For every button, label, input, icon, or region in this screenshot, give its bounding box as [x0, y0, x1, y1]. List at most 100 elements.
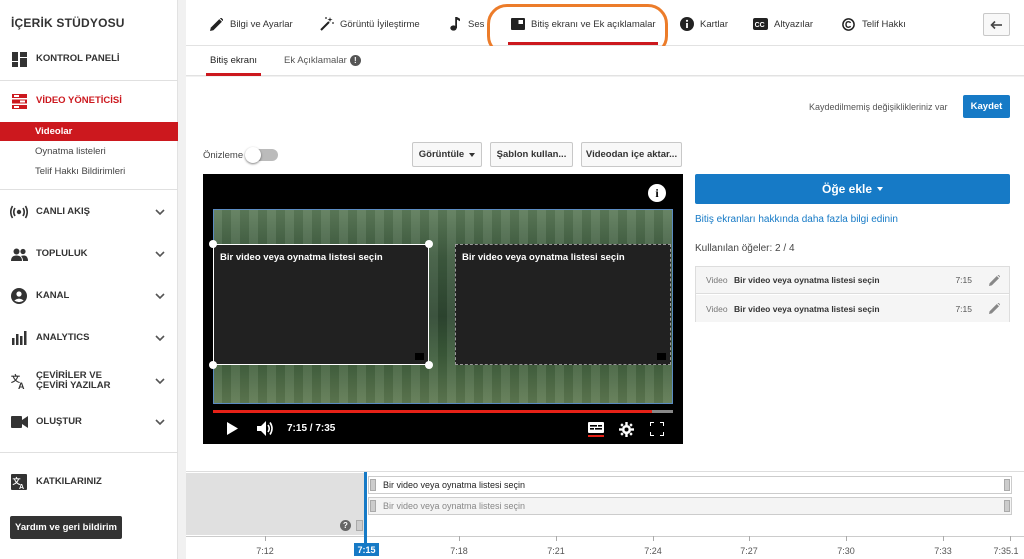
info-icon[interactable]: !: [349, 55, 361, 66]
timeline-axis: [186, 536, 1024, 537]
tick-mark: [556, 536, 557, 541]
settings-gear-icon[interactable]: [619, 422, 634, 437]
element-type: Video: [706, 275, 728, 285]
sidebar-item-label: CANLI AKIŞ: [36, 206, 91, 217]
preview-toggle[interactable]: [245, 147, 278, 163]
chevron-down-icon[interactable]: [155, 333, 165, 343]
sidebar-item-translations[interactable]: 文A ÇEVİRİLER VE ÇEVİRİ YAZILAR: [0, 366, 178, 396]
sidebar-item-label: KANAL: [36, 290, 70, 301]
community-icon: [10, 245, 28, 263]
resize-handle[interactable]: [209, 240, 217, 248]
timeline-playhead[interactable]: [364, 472, 367, 544]
help-feedback-button[interactable]: Yardım ve geri bildirim: [10, 516, 122, 539]
sidebar-sub-copyright-notices[interactable]: Telif Hakkı Bildirimleri: [0, 162, 178, 181]
end-screen-element-1[interactable]: Bir video veya oynatma listesi seçin: [213, 244, 429, 365]
timeline-help-icon[interactable]: ?: [340, 520, 351, 531]
add-element-button[interactable]: Öğe ekle: [695, 174, 1010, 204]
tab-copyright[interactable]: Telif Hakkı: [841, 14, 906, 34]
sidebar-item-channel[interactable]: KANAL: [0, 283, 178, 309]
edit-pencil-icon[interactable]: [989, 275, 1000, 286]
sidebar-item-label: TOPLULUK: [36, 248, 88, 259]
sidebar-item-create[interactable]: OLUŞTUR: [0, 409, 178, 435]
tab-info-settings[interactable]: Bilgi ve Ayarlar: [209, 14, 293, 34]
video-info-icon[interactable]: i: [648, 184, 666, 202]
sidebar-item-label: ÇEVİRİLER VE ÇEVİRİ YAZILAR: [36, 370, 111, 391]
dashboard-icon: [10, 50, 28, 68]
tab-label: Bilgi ve Ayarlar: [230, 18, 293, 30]
timeline[interactable]: Bir video veya oynatma listesi seçin Bir…: [186, 471, 1024, 559]
resize-handle[interactable]: [425, 361, 433, 369]
analytics-bars-icon: [10, 329, 28, 347]
use-template-button[interactable]: Şablon kullan...: [490, 142, 573, 167]
video-time: 7:15 / 7:35: [287, 423, 336, 434]
sidebar-sub-playlists[interactable]: Oynatma listeleri: [0, 142, 178, 161]
element-type: Video: [706, 303, 728, 314]
tab-label: Görüntü İyileştirme: [340, 18, 420, 30]
end-screen-element-2[interactable]: Bir video veya oynatma listesi seçin: [455, 244, 671, 365]
closed-caption-icon: CC: [753, 17, 768, 32]
learn-more-link[interactable]: Bitiş ekranları hakkında daha fazla bilg…: [695, 214, 898, 225]
tab-audio[interactable]: Ses: [447, 14, 484, 34]
tab-subtitles[interactable]: CC Altyazılar: [753, 14, 813, 34]
back-button[interactable]: [983, 13, 1010, 36]
music-note-icon: [447, 17, 462, 32]
track-end-handle[interactable]: [1004, 479, 1010, 491]
svg-text:CC: CC: [755, 22, 765, 29]
sidebar-item-analytics[interactable]: ANALYTICS: [0, 325, 178, 351]
element-list-row[interactable]: Video Bir video veya oynatma listesi seç…: [696, 295, 1009, 322]
tab-end-screen-annotations[interactable]: Bitiş ekranı ve Ek açıklamalar: [508, 14, 658, 45]
chevron-down-icon[interactable]: [155, 417, 165, 427]
sidebar: İÇERİK STÜDYOSU KONTROL PANELİ VİDEO YÖN…: [0, 0, 178, 559]
sidebar-item-video-manager[interactable]: VİDEO YÖNETİCİSİ: [0, 88, 178, 114]
resize-handle[interactable]: [425, 240, 433, 248]
track-start-handle[interactable]: [370, 500, 376, 512]
video-player[interactable]: i Bir video veya oynatma listesi seçin B…: [203, 174, 683, 444]
resize-handle[interactable]: [209, 361, 217, 369]
sidebar-sub-videos[interactable]: Videolar: [0, 122, 178, 141]
sidebar-item-label: KATKILARINIZ: [36, 476, 102, 487]
edit-pencil-icon[interactable]: [989, 303, 1000, 314]
chevron-down-icon[interactable]: [155, 291, 165, 301]
chevron-down-icon[interactable]: [155, 376, 165, 386]
tab-enhancements[interactable]: Görüntü İyileştirme: [319, 14, 420, 34]
sidebar-item-contributions[interactable]: 文A KATKILARINIZ: [0, 469, 178, 495]
chevron-down-icon[interactable]: [155, 249, 165, 259]
element-list: Video Bir video veya oynatma listesi seç…: [695, 266, 1010, 322]
play-icon[interactable]: [227, 422, 238, 435]
subtitles-icon[interactable]: [588, 422, 604, 437]
save-button[interactable]: Kaydet: [963, 95, 1010, 118]
tick-label: 7:12: [256, 546, 274, 556]
timeline-track-2[interactable]: Bir video veya oynatma listesi seçin: [368, 497, 1012, 515]
button-label: Öğe ekle: [821, 182, 873, 196]
tick-mark: [846, 536, 847, 541]
fullscreen-icon[interactable]: [650, 422, 664, 436]
subtab-annotations[interactable]: Ek Açıklamalar !: [284, 55, 361, 66]
sidebar-item-live[interactable]: CANLI AKIŞ: [0, 199, 178, 225]
track-start-handle[interactable]: [370, 479, 376, 491]
timeline-drag-handle[interactable]: [356, 520, 363, 531]
info-circle-icon: [679, 17, 694, 32]
element-list-row[interactable]: Video Bir video veya oynatma listesi seç…: [696, 267, 1009, 294]
preview-label: Önizleme: [203, 150, 244, 161]
track-end-handle[interactable]: [1004, 500, 1010, 512]
volume-icon[interactable]: [257, 421, 274, 436]
button-label: Görüntüle: [418, 149, 465, 160]
top-tab-bar: Bilgi ve Ayarlar Görüntü İyileştirme Ses…: [186, 0, 1024, 46]
view-dropdown-button[interactable]: Görüntüle: [412, 142, 482, 167]
element-text: Bir video veya oynatma listesi seçin: [220, 252, 383, 263]
import-from-video-button[interactable]: Videodan içe aktar...: [581, 142, 682, 167]
tick-label: 7:35.1: [993, 546, 1019, 556]
studio-root: İÇERİK STÜDYOSU KONTROL PANELİ VİDEO YÖN…: [0, 0, 1024, 559]
sidebar-item-community[interactable]: TOPLULUK: [0, 241, 178, 267]
video-progress-bar[interactable]: [213, 410, 673, 413]
chevron-down-icon[interactable]: [155, 207, 165, 217]
tab-cards[interactable]: Kartlar: [679, 14, 728, 34]
timeline-track-1[interactable]: Bir video veya oynatma listesi seçin: [368, 476, 1012, 494]
sidebar-item-dashboard[interactable]: KONTROL PANELİ: [0, 46, 178, 72]
tab-label: Altyazılar: [774, 18, 814, 30]
tick-label: 7:33: [934, 546, 952, 556]
live-broadcast-icon: [10, 203, 28, 221]
svg-text:A: A: [19, 484, 24, 490]
subtab-end-screen[interactable]: Bitiş ekranı: [206, 55, 261, 76]
return-arrow-icon: [990, 20, 1002, 29]
